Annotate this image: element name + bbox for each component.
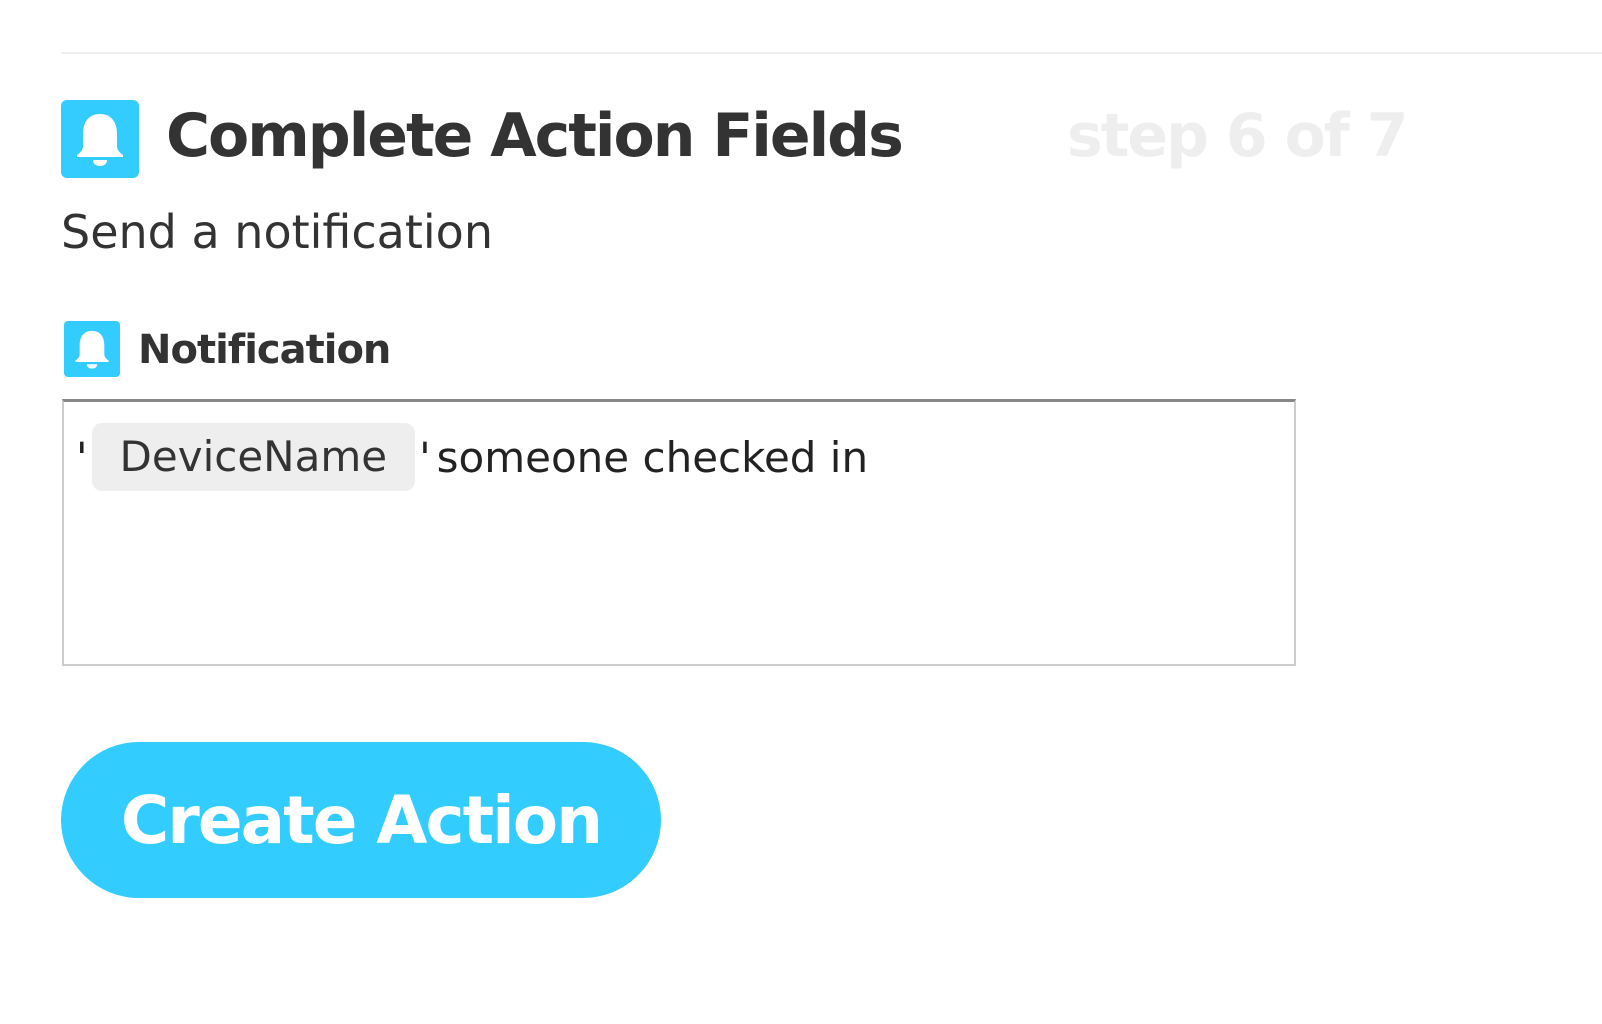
ingredient-pill-devicename[interactable]: DeviceName xyxy=(91,423,416,491)
quote-open: ' xyxy=(76,432,88,482)
bell-icon xyxy=(64,321,120,377)
notification-text-line: ' DeviceName ' someone checked in xyxy=(74,422,868,492)
notification-textarea[interactable]: ' DeviceName ' someone checked in xyxy=(62,399,1296,666)
page-title: Complete Action Fields xyxy=(166,101,904,171)
page: Complete Action Fields step 6 of 7 Send … xyxy=(0,0,1602,1024)
notification-text: someone checked in xyxy=(436,432,869,482)
step-indicator: step 6 of 7 xyxy=(1067,101,1409,171)
quote-close: ' xyxy=(419,432,431,482)
create-action-button[interactable]: Create Action xyxy=(61,742,661,898)
action-subtitle: Send a notification xyxy=(61,205,493,259)
bell-icon xyxy=(61,100,139,178)
top-divider xyxy=(61,52,1602,54)
notification-field-label: Notification xyxy=(138,327,391,373)
